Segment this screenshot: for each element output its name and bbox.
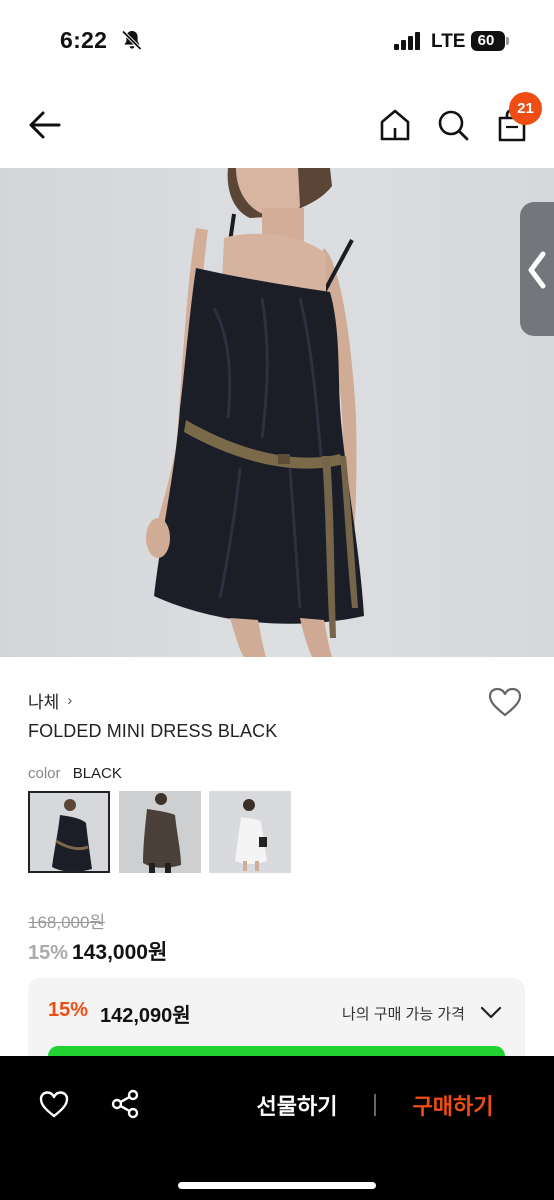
buy-button[interactable]: 구매하기 (378, 1088, 528, 1122)
status-bar: 6:22 LTE 60 (0, 0, 554, 82)
heart-icon[interactable] (38, 1089, 70, 1119)
model-figure (146, 168, 364, 657)
battery-nub (506, 37, 509, 45)
share-icon[interactable] (110, 1089, 140, 1119)
discount-rate: 15% (28, 942, 69, 964)
color-row: color BLACK (28, 765, 122, 782)
brand-link[interactable]: 나체 › (28, 688, 72, 713)
my-price-box[interactable]: 15% 142,090원 나의 구매 가능 가격 (28, 978, 525, 1068)
battery-icon: 60 (471, 31, 505, 51)
my-discount-rate: 15% (48, 999, 89, 1021)
chevron-right-icon: › (67, 692, 73, 709)
divider (374, 1094, 376, 1116)
heart-icon[interactable] (487, 686, 523, 718)
product-title: FOLDED MINI DRESS BLACK (28, 721, 278, 741)
price-row: 15% 143,000원 (28, 936, 167, 966)
chevron-left-icon (528, 251, 546, 289)
my-price-label: 나의 구매 가능 가격 (342, 1006, 465, 1023)
network-label: LTE (431, 31, 466, 52)
brand-name: 나체 (28, 693, 60, 712)
signal-icon (394, 32, 424, 50)
back-arrow-icon[interactable] (26, 108, 64, 142)
thumbnail-white[interactable] (209, 791, 291, 873)
chevron-down-icon[interactable] (480, 1004, 502, 1020)
bottom-action-bar: 선물하기 구매하기 (0, 1056, 554, 1200)
product-main-image[interactable] (0, 168, 554, 657)
home-indicator[interactable] (178, 1182, 376, 1189)
cart-count-badge: 21 (509, 92, 542, 125)
bell-slash-icon (121, 30, 142, 51)
status-time: 6:22 (60, 27, 108, 53)
search-icon[interactable] (436, 108, 470, 142)
thumbnail-brown[interactable] (119, 791, 201, 873)
nav-bar (0, 82, 554, 168)
sale-price: 143,000원 (72, 941, 168, 964)
battery-level: 60 (477, 32, 495, 49)
color-value: BLACK (72, 765, 122, 782)
home-icon[interactable] (378, 108, 412, 142)
color-label: color (28, 765, 61, 782)
gift-button[interactable]: 선물하기 (222, 1088, 372, 1122)
original-price: 168,000원 (28, 913, 106, 932)
my-price: 142,090원 (100, 1005, 191, 1027)
thumbnail-black[interactable] (28, 791, 110, 873)
